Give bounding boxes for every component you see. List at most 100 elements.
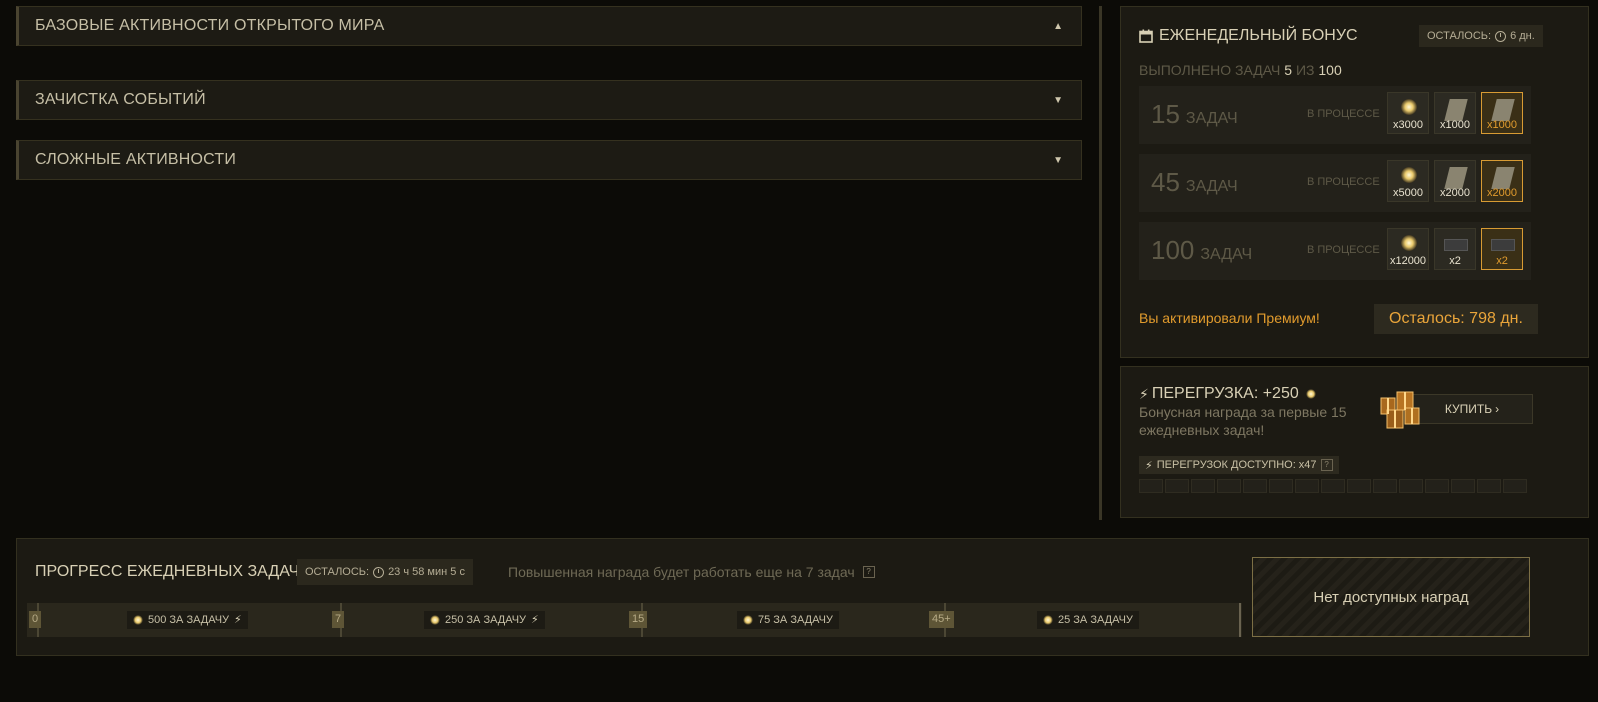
coin-icon	[133, 615, 143, 625]
lightning-icon: ⚡︎	[1145, 459, 1153, 472]
reward-qty: x2000	[1440, 187, 1470, 199]
reward-qty: x2000	[1487, 187, 1517, 199]
overload-segment	[1503, 479, 1527, 493]
ticket-icon	[1444, 99, 1468, 121]
overload-segment	[1139, 479, 1163, 493]
crate-icon	[1491, 239, 1515, 251]
reward-tickets[interactable]: x1000	[1434, 92, 1476, 134]
boost-hint-text: Повышенная награда будет работать еще на…	[508, 564, 855, 580]
accordion-title: СЛОЖНЫЕ АКТИВНОСТИ	[35, 151, 237, 168]
lightning-icon: ⚡︎	[1139, 385, 1149, 402]
reward-rate: 25 ЗА ЗАДАЧУ	[1037, 611, 1139, 629]
track-end-marker	[1239, 603, 1241, 637]
overload-progress-bar	[1139, 479, 1527, 493]
track-marker-label: 15	[629, 611, 648, 628]
scrollbar[interactable]	[1099, 6, 1102, 520]
overload-segment	[1269, 479, 1293, 493]
reward-coins[interactable]: x12000	[1387, 228, 1429, 270]
overload-segment	[1295, 479, 1319, 493]
reward-qty: x2	[1496, 255, 1508, 267]
premium-activated-text: Вы активировали Премиум!	[1139, 310, 1320, 326]
coin-icon	[1401, 99, 1417, 115]
tier-status: В ПРОЦЕССЕ	[1307, 244, 1380, 256]
coin-icon	[1305, 389, 1316, 399]
accordion-hard-activities[interactable]: СЛОЖНЫЕ АКТИВНОСТИ ▼	[16, 140, 1082, 180]
no-rewards-box: Нет доступных наград	[1252, 557, 1530, 637]
tier-status: В ПРОЦЕССЕ	[1307, 108, 1380, 120]
tier-count: 15 ЗАДАЧ	[1151, 99, 1238, 129]
daily-remaining-badge: ОСТАЛОСЬ: 23 ч 58 мин 5 с	[297, 559, 473, 585]
overload-segment	[1373, 479, 1397, 493]
overload-segment	[1165, 479, 1189, 493]
reward-qty: x5000	[1393, 187, 1423, 199]
track-marker-label: 0	[29, 611, 42, 628]
weekly-title-text: ЕЖЕНЕДЕЛЬНЫЙ БОНУС	[1159, 27, 1358, 44]
reward-rate-text: 250 ЗА ЗАДАЧУ	[445, 614, 527, 626]
reward-tickets[interactable]: x2000	[1434, 160, 1476, 202]
track-marker-label: 7	[332, 611, 345, 628]
reward-qty: x2	[1449, 255, 1461, 267]
coin-icon	[743, 615, 753, 625]
gift-boxes-icon	[1377, 384, 1425, 432]
remaining-label: ОСТАЛОСЬ:	[1427, 30, 1492, 42]
boost-hint: Повышенная награда будет работать еще на…	[508, 564, 875, 580]
coin-icon	[430, 615, 440, 625]
overloads-available-label: ПЕРЕГРУЗОК ДОСТУПНО: x47	[1156, 459, 1317, 471]
reward-qty: x12000	[1389, 255, 1427, 267]
buy-button[interactable]: КУПИТЬ ›	[1411, 394, 1533, 424]
accordion-title: БАЗОВЫЕ АКТИВНОСТИ ОТКРЫТОГО МИРА	[35, 17, 385, 34]
remaining-value: 23 ч 58 мин 5 с	[388, 566, 465, 578]
reward-rate: 250 ЗА ЗАДАЧУ ⚡︎	[424, 611, 545, 629]
overload-segment	[1243, 479, 1267, 493]
accordion-title: ЗАЧИСТКА СОБЫТИЙ	[35, 91, 206, 108]
done-total: 100	[1318, 62, 1342, 78]
overload-segment	[1217, 479, 1241, 493]
daily-title: ПРОГРЕСС ЕЖЕДНЕВНЫХ ЗАДАЧ	[35, 563, 300, 580]
reward-coins[interactable]: x5000	[1387, 160, 1429, 202]
overload-panel: ⚡︎ ПЕРЕГРУЗКА: +250 Бонусная награда за …	[1120, 366, 1589, 518]
reward-crates[interactable]: x2	[1434, 228, 1476, 270]
overload-segment	[1321, 479, 1345, 493]
chevron-down-icon: ▼	[1053, 94, 1063, 106]
daily-progress-panel: ПРОГРЕСС ЕЖЕДНЕВНЫХ ЗАДАЧ ОСТАЛОСЬ: 23 ч…	[16, 538, 1589, 656]
calendar-icon	[1139, 29, 1153, 43]
overload-desc-line: Бонусная награда за первые 15	[1139, 404, 1347, 420]
accordion-open-world[interactable]: БАЗОВЫЕ АКТИВНОСТИ ОТКРЫТОГО МИРА ▲	[16, 6, 1082, 46]
crate-icon	[1444, 239, 1468, 251]
reward-coins[interactable]: x3000	[1387, 92, 1429, 134]
overload-title-text: ПЕРЕГРУЗКА: +250	[1151, 385, 1299, 402]
reward-premium-crates[interactable]: x2	[1481, 228, 1523, 270]
daily-progress-track: 0 7 15 45+ 500 ЗА ЗАДАЧУ ⚡︎ 250 ЗА ЗАДАЧ…	[27, 603, 1242, 637]
tier-count: 100 ЗАДАЧ	[1151, 235, 1253, 265]
ticket-icon	[1491, 99, 1515, 121]
remaining-label: ОСТАЛОСЬ:	[305, 566, 370, 578]
help-icon[interactable]: ?	[1320, 459, 1333, 471]
overload-segment	[1451, 479, 1475, 493]
reward-rate-text: 500 ЗА ЗАДАЧУ	[148, 614, 230, 626]
buy-label: КУПИТЬ	[1444, 402, 1493, 416]
reward-rate: 500 ЗА ЗАДАЧУ ⚡︎	[127, 611, 248, 629]
overload-segment	[1191, 479, 1215, 493]
overload-segment	[1477, 479, 1501, 493]
overload-segment	[1347, 479, 1371, 493]
coin-icon	[1043, 615, 1053, 625]
reward-premium-tickets[interactable]: x2000	[1481, 160, 1523, 202]
chevron-up-icon: ▲	[1053, 20, 1063, 32]
overload-desc-line: ежедневных задач!	[1139, 422, 1265, 438]
ticket-icon	[1491, 167, 1515, 189]
tasks-done-line: ВЫПОЛНЕНО ЗАДАЧ 5 ИЗ 100	[1139, 62, 1342, 78]
accordion-event-cleanup[interactable]: ЗАЧИСТКА СОБЫТИЙ ▼	[16, 80, 1082, 120]
reward-rate-text: 75 ЗА ЗАДАЧУ	[758, 614, 833, 626]
overload-segment	[1399, 479, 1423, 493]
lightning-icon: ⚡︎	[234, 614, 242, 626]
ticket-icon	[1444, 167, 1468, 189]
help-icon[interactable]: ?	[862, 566, 875, 578]
chevron-right-icon: ›	[1495, 402, 1500, 416]
tier-status: В ПРОЦЕССЕ	[1307, 176, 1380, 188]
reward-rate: 75 ЗА ЗАДАЧУ	[737, 611, 839, 629]
reward-qty: x3000	[1393, 119, 1423, 131]
reward-premium-tickets[interactable]: x1000	[1481, 92, 1523, 134]
tier-count: 45 ЗАДАЧ	[1151, 167, 1238, 197]
weekly-remaining-badge: ОСТАЛОСЬ: 6 дн.	[1419, 25, 1543, 47]
tier-row: 45 ЗАДАЧ В ПРОЦЕССЕ x5000 x2000 x2000	[1139, 154, 1531, 212]
